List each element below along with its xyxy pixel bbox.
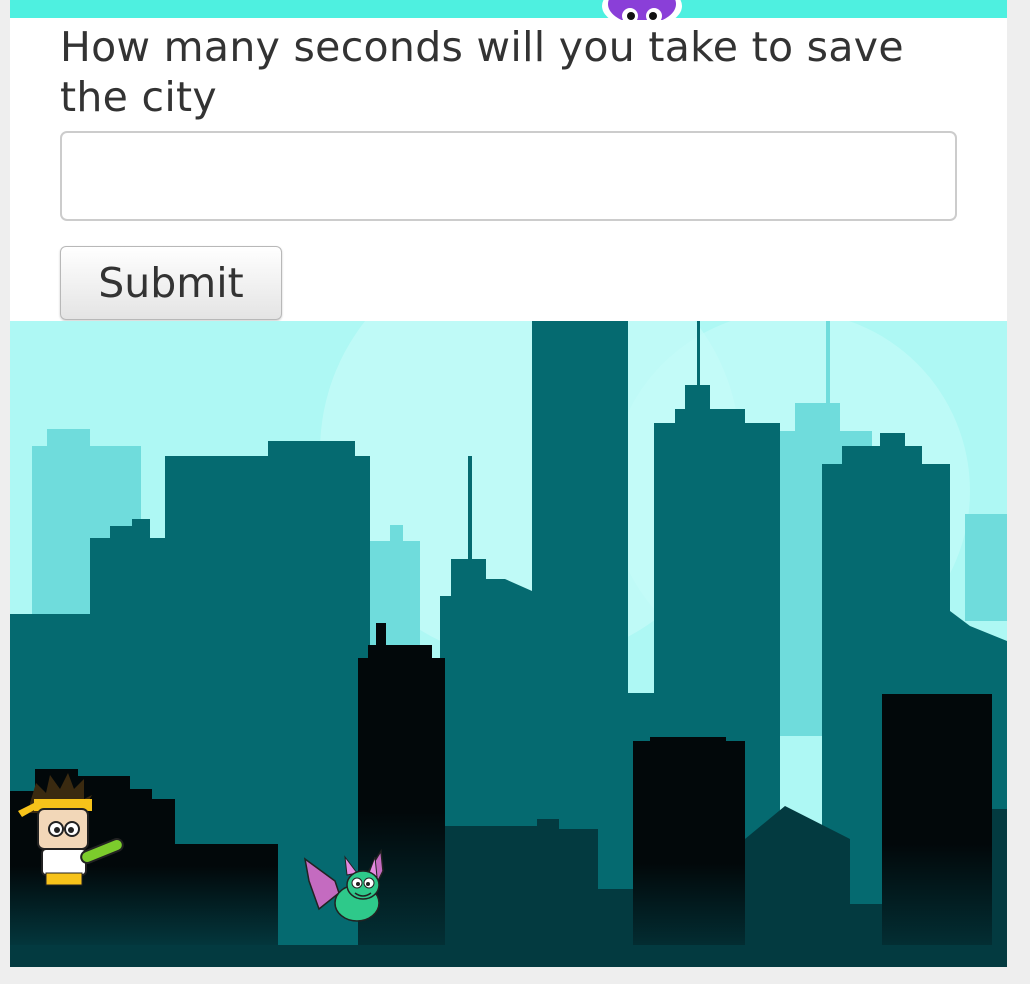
answer-input[interactable] <box>60 131 957 221</box>
top-banner <box>10 0 1007 18</box>
city-scene <box>10 321 1007 967</box>
purple-monster-mascot-icon <box>602 0 682 20</box>
city-skyline <box>10 321 1007 967</box>
question-text: How many seconds will you take to save t… <box>60 23 904 121</box>
game-frame: How many seconds will you take to save t… <box>10 0 1007 967</box>
submit-button[interactable]: Submit <box>60 246 282 320</box>
